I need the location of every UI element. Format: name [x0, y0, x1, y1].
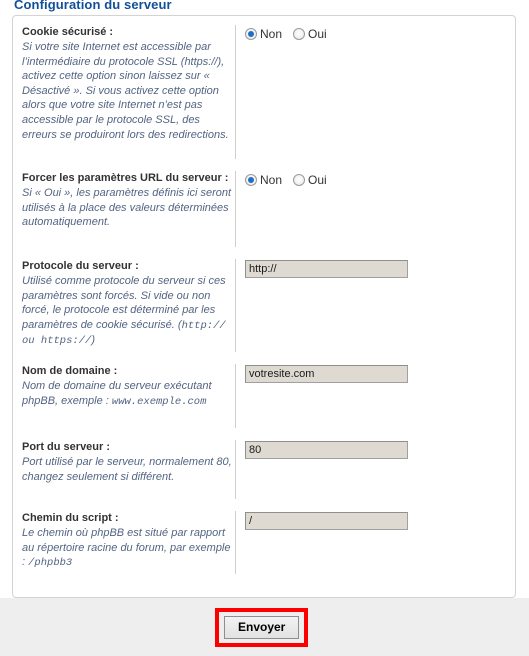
radio-option-oui[interactable]: Oui [293, 173, 327, 187]
radio-button-oui[interactable] [293, 28, 306, 40]
field-description-mono: /phpbb3 [28, 557, 73, 570]
server-protocol-input[interactable] [245, 260, 408, 278]
field-row-forcer-parametres-url: Forcer les paramètres URL du serveur : S… [13, 162, 515, 250]
field-description: Si « Oui », les paramètres définis ici s… [22, 187, 232, 229]
field-description: Port utilisé par le serveur, normalement… [22, 456, 232, 483]
field-description: Si votre site Internet est accessible pa… [22, 41, 229, 141]
label-column: Port du serveur : Port utilisé par le se… [13, 440, 235, 484]
label-column: Protocole du serveur : Utilisé comme pro… [13, 259, 235, 349]
radio-option-oui[interactable]: Oui [293, 27, 327, 41]
value-column [236, 364, 515, 383]
field-description-mono: www.exemple.com [111, 395, 207, 408]
radio-label-non: Non [260, 173, 283, 187]
settings-fieldset: Cookie sécurisé : Si votre site Internet… [13, 16, 515, 577]
field-row-protocole-serveur: Protocole du serveur : Utilisé comme pro… [13, 250, 515, 355]
value-column [236, 511, 515, 530]
field-label: Port du serveur : [22, 441, 111, 453]
field-row-chemin-script: Chemin du script : Le chemin où phpBB es… [13, 502, 515, 577]
script-path-input[interactable] [245, 512, 408, 530]
submit-highlight-box: Envoyer [215, 608, 309, 647]
label-column: Nom de domaine : Nom de domaine du serve… [13, 364, 235, 409]
value-column: Non Oui [236, 171, 515, 187]
radio-option-non[interactable]: Non [245, 27, 282, 41]
domain-name-input[interactable] [245, 365, 408, 383]
server-configuration-panel: Cookie sécurisé : Si votre site Internet… [12, 15, 516, 598]
radio-button-oui[interactable] [293, 174, 306, 186]
server-configuration-page: Configuration du serveur Cookie sécurisé… [0, 0, 529, 656]
value-column [236, 440, 515, 459]
field-description: Le chemin où phpBB est situé par rapport… [22, 526, 235, 571]
page-title: Configuration du serveur [14, 0, 172, 12]
value-column [236, 259, 515, 278]
label-column: Forcer les paramètres URL du serveur : S… [13, 171, 235, 230]
server-port-input[interactable] [245, 441, 408, 459]
row-divider [235, 25, 236, 159]
radio-group-cookie-securise: Non Oui [245, 26, 515, 41]
radio-label-non: Non [260, 27, 283, 41]
field-label: Protocole du serveur : [22, 260, 139, 272]
radio-label-oui: Oui [308, 173, 327, 187]
field-row-port-serveur: Port du serveur : Port utilisé par le se… [13, 431, 515, 502]
label-column: Chemin du script : Le chemin où phpBB es… [13, 511, 235, 571]
label-column: Cookie sécurisé : Si votre site Internet… [13, 25, 235, 142]
field-description: Nom de domaine du serveur exécutant phpB… [22, 379, 235, 409]
radio-button-non[interactable] [245, 174, 257, 186]
field-description: Utilisé comme protocole du serveur si ce… [22, 274, 235, 349]
field-label: Cookie sécurisé : [22, 26, 114, 38]
value-column: Non Oui [236, 25, 515, 41]
radio-option-non[interactable]: Non [245, 173, 282, 187]
submit-area: Envoyer [0, 598, 529, 656]
submit-button[interactable]: Envoyer [224, 616, 300, 639]
radio-button-non[interactable] [245, 28, 257, 40]
field-label: Nom de domaine : [22, 365, 118, 377]
field-label: Chemin du script : [22, 512, 119, 524]
field-label: Forcer les paramètres URL du serveur : [22, 172, 229, 184]
radio-group-forcer-parametres-url: Non Oui [245, 172, 515, 187]
field-description-tail: ) [91, 334, 95, 347]
radio-label-oui: Oui [308, 27, 327, 41]
field-row-cookie-securise: Cookie sécurisé : Si votre site Internet… [13, 16, 515, 162]
field-row-nom-domaine: Nom de domaine : Nom de domaine du serve… [13, 355, 515, 431]
